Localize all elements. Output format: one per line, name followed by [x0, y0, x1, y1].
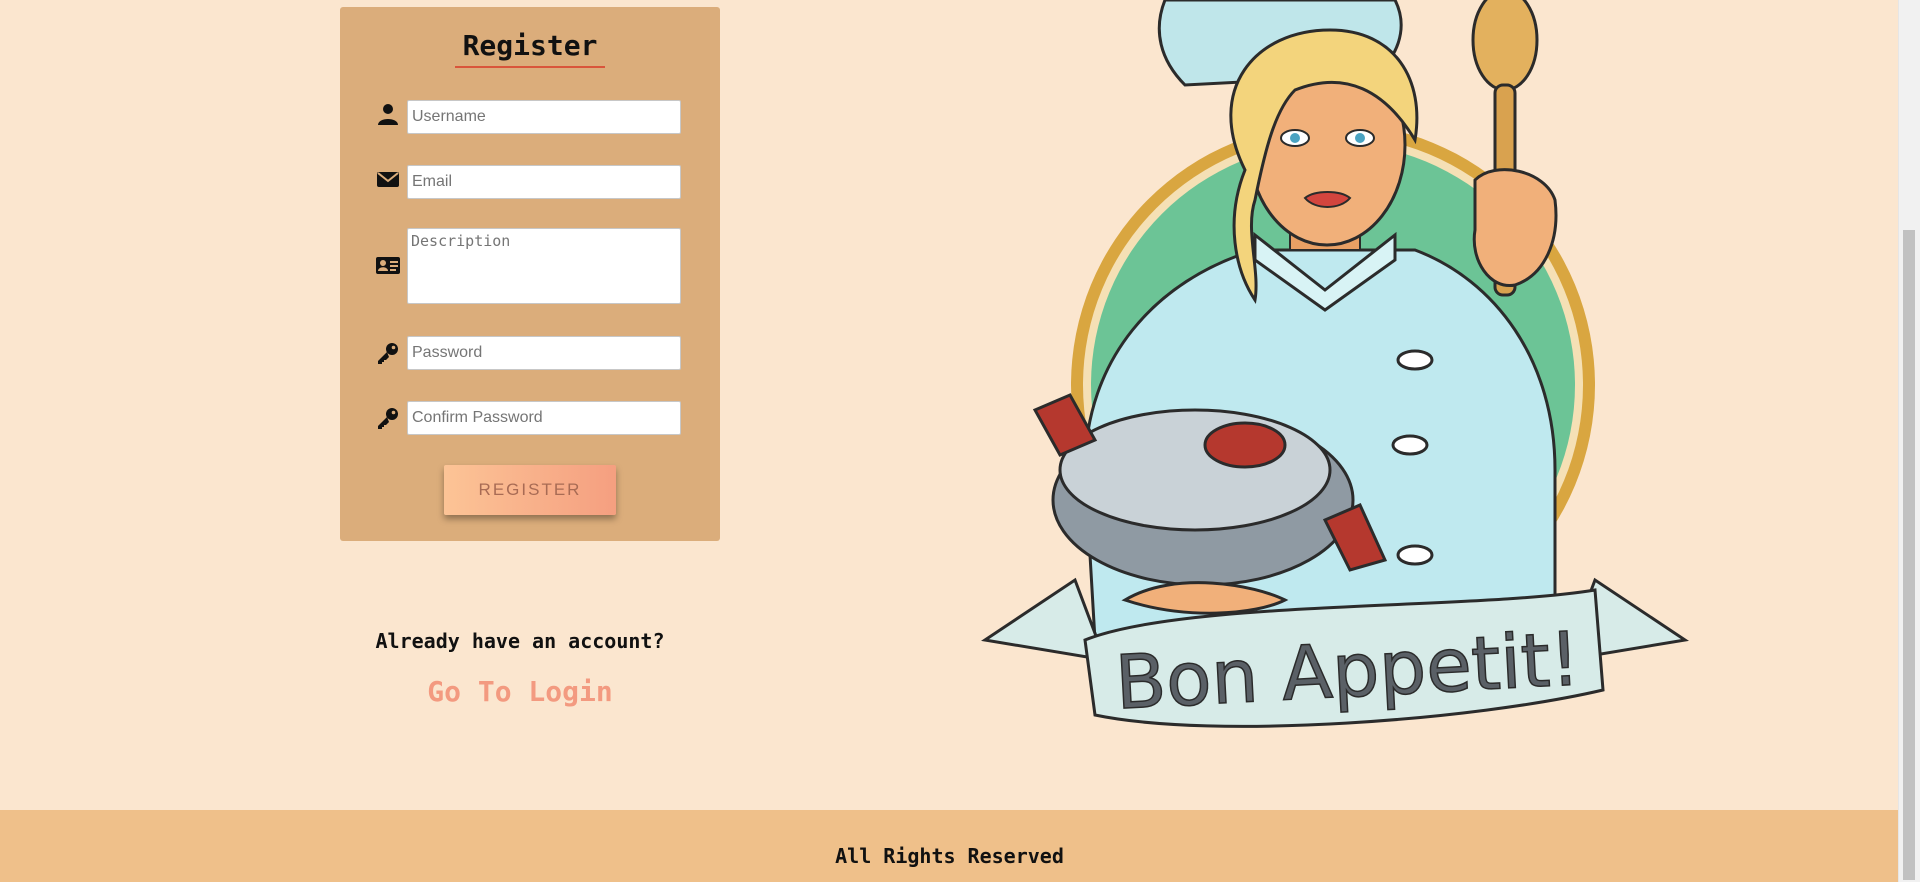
- wooden-spoon: [1471, 0, 1539, 92]
- id-card-icon: [376, 257, 400, 274]
- key-icon: [378, 408, 398, 429]
- description-textarea[interactable]: [407, 228, 681, 304]
- confirm-password-input[interactable]: [407, 401, 681, 435]
- email-input[interactable]: [407, 165, 681, 199]
- register-title: Register: [462, 29, 598, 62]
- key-icon: [378, 343, 398, 364]
- envelope-icon: [377, 172, 399, 187]
- go-to-login-link[interactable]: Go To Login: [340, 675, 700, 708]
- footer-text: All Rights Reserved: [835, 844, 1064, 868]
- password-input[interactable]: [407, 336, 681, 370]
- register-button[interactable]: REGISTER: [444, 465, 616, 515]
- title-underline: [455, 66, 605, 68]
- user-icon: [378, 104, 398, 125]
- chef-illustration: Bon Appetit!: [981, 0, 1689, 728]
- already-have-account-text: Already have an account?: [375, 629, 665, 653]
- scrollbar-thumb[interactable]: [1903, 230, 1915, 880]
- username-input[interactable]: [407, 100, 681, 134]
- footer: All Rights Reserved: [0, 810, 1899, 882]
- vertical-scrollbar[interactable]: [1898, 0, 1920, 882]
- register-card: Register REGISTER: [340, 7, 720, 541]
